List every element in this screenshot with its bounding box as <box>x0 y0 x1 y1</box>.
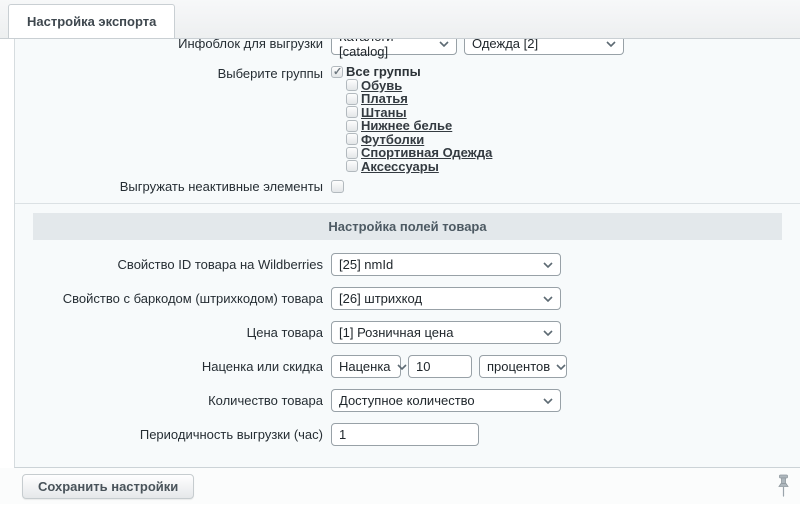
chevron-down-icon <box>543 262 553 268</box>
barcode-property-label: Свойство с баркодом (штрихкодом) товара <box>15 291 331 306</box>
field-row: Свойство ID товара на Wildberries [25] n… <box>15 253 800 276</box>
section-divider <box>15 203 800 204</box>
markup-row: Наценка или скидка Наценка процентов <box>15 355 800 378</box>
group-item: Спортивная Одежда <box>346 146 492 160</box>
field-row: Свойство с баркодом (штрихкодом) товара … <box>15 287 800 310</box>
all-groups-checkbox[interactable] <box>331 66 343 78</box>
quantity-select[interactable]: Доступное количество <box>331 389 561 412</box>
group-item: Нижнее белье <box>346 119 492 133</box>
all-groups-item: Все группы <box>331 65 492 79</box>
quantity-value: Доступное количество <box>339 393 475 408</box>
chevron-down-icon <box>606 41 616 47</box>
wb-id-property-label: Свойство ID товара на Wildberries <box>15 257 331 272</box>
markup-label: Наценка или скидка <box>15 359 331 374</box>
price-value: [1] Розничная цена <box>339 325 453 340</box>
chevron-down-icon <box>543 398 553 404</box>
barcode-property-select[interactable]: [26] штрихкод <box>331 287 561 310</box>
field-row: Количество товара Доступное количество <box>15 389 800 412</box>
markup-unit-select[interactable]: процентов <box>479 355 567 378</box>
markup-type-select[interactable]: Наценка <box>331 355 401 378</box>
save-settings-button[interactable]: Сохранить настройки <box>22 474 194 499</box>
inactive-elements-checkbox[interactable] <box>331 180 344 193</box>
wb-id-property-value: [25] nmId <box>339 257 393 272</box>
markup-amount-input[interactable] <box>408 355 472 378</box>
group-checkbox[interactable] <box>346 93 358 105</box>
price-label: Цена товара <box>15 325 331 340</box>
infoblock-section-select-value: Одежда [2] <box>472 39 538 51</box>
groups-label: Выберите группы <box>15 66 331 81</box>
markup-unit-value: процентов <box>487 359 550 374</box>
infoblock-label: Инфоблок для выгрузки <box>15 39 331 51</box>
chevron-down-icon <box>439 41 449 47</box>
group-item: Аксессуары <box>346 160 492 174</box>
chevron-down-icon <box>397 364 407 370</box>
chevron-down-icon <box>556 364 566 370</box>
tab-bar: Настройка экспорта <box>0 0 800 39</box>
groups-row: Выберите группы Все группы Обувь Платья <box>15 65 800 173</box>
frequency-label: Периодичность выгрузки (час) <box>15 427 331 442</box>
group-items: Обувь Платья Штаны Нижнее белье <box>346 79 492 174</box>
infoblock-select[interactable]: Каталоги [catalog] <box>331 39 457 55</box>
tab-label: Настройка экспорта <box>27 14 156 29</box>
wb-id-property-select[interactable]: [25] nmId <box>331 253 561 276</box>
group-link[interactable]: Аксессуары <box>361 159 439 174</box>
tab-export-settings[interactable]: Настройка экспорта <box>8 4 175 38</box>
field-row: Цена товара [1] Розничная цена <box>15 321 800 344</box>
infoblock-section-select[interactable]: Одежда [2] <box>464 39 624 55</box>
quantity-label: Количество товара <box>15 393 331 408</box>
export-settings-page: Настройка экспорта Инфоблок для выгрузки… <box>0 0 800 505</box>
infoblock-row: Инфоблок для выгрузки Каталоги [catalog]… <box>15 39 800 55</box>
group-checkbox[interactable] <box>346 133 358 145</box>
group-checkbox[interactable] <box>346 147 358 159</box>
chevron-down-icon <box>543 330 553 336</box>
price-select[interactable]: [1] Розничная цена <box>331 321 561 344</box>
group-item: Платья <box>346 92 492 106</box>
group-checkbox[interactable] <box>346 160 358 172</box>
infoblock-select-value: Каталоги [catalog] <box>339 39 433 59</box>
pin-icon[interactable] <box>775 472 792 500</box>
export-frequency-input[interactable] <box>331 423 479 446</box>
group-checkbox[interactable] <box>346 106 358 118</box>
group-checkbox[interactable] <box>346 120 358 132</box>
groups-list: Все группы Обувь Платья Штаны <box>331 65 492 173</box>
settings-form-panel: Инфоблок для выгрузки Каталоги [catalog]… <box>14 39 800 468</box>
inactive-elements-row: Выгружать неактивные элементы <box>15 179 800 194</box>
chevron-down-icon <box>543 296 553 302</box>
button-bar: Сохранить настройки <box>0 468 800 504</box>
barcode-property-value: [26] штрихкод <box>339 291 422 306</box>
frequency-row: Периодичность выгрузки (час) <box>15 423 800 446</box>
group-item: Штаны <box>346 106 492 120</box>
group-item: Футболки <box>346 133 492 147</box>
markup-type-value: Наценка <box>339 359 391 374</box>
group-item: Обувь <box>346 79 492 93</box>
inactive-elements-label: Выгружать неактивные элементы <box>15 179 331 194</box>
group-checkbox[interactable] <box>346 79 358 91</box>
product-fields-section-heading: Настройка полей товара <box>33 213 782 240</box>
